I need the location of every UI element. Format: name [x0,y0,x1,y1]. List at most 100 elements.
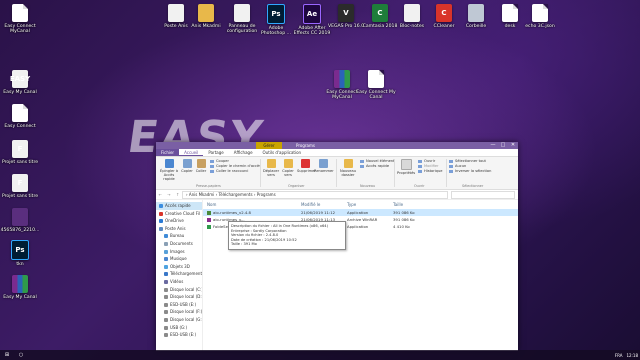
tooltip-line: Description du fichier : All in One Runt… [231,224,328,228]
back-arrow-icon[interactable]: ← [159,192,162,197]
search-input[interactable] [451,190,515,199]
desktop-icon-label: Anis Mkadmi [191,24,221,29]
file-icon [207,211,211,215]
tab-app-tools[interactable]: Outils d'application [258,149,307,156]
desktop-icon[interactable]: Easy Connect MyCanal [0,4,40,35]
nav-item[interactable]: Poste Anis [156,225,202,233]
nav-item[interactable]: Musique [156,255,202,263]
copy-button[interactable]: Copier [181,159,193,173]
nav-item-icon [164,325,168,330]
desktop-icon-label: Projet sans titre [1,194,39,199]
select-all-label: Sélectionner tout [455,159,486,163]
pin-quick-access-button[interactable]: Épingler à Accès rapide [159,159,179,181]
tab-view[interactable]: Affichage [229,149,258,156]
paste-shortcut-button[interactable]: Coller le raccourci [210,169,248,174]
nav-item-icon [164,272,168,277]
modify-icon [418,164,422,168]
desktop-icon[interactable]: Ps tkn [0,240,40,267]
move-to-button[interactable]: Déplacer vers [263,159,279,177]
desktop-icon-label: Easy My Canal [3,295,37,300]
up-arrow-icon[interactable]: ↑ [176,192,179,197]
properties-label: Propriétés [397,171,416,175]
invert-selection-button[interactable]: Inverser la sélection [449,169,491,174]
delete-button[interactable]: Supprimer [297,159,316,173]
nav-item[interactable]: OneDrive [156,217,202,225]
nav-item[interactable]: Images [156,248,202,256]
desktop-icon[interactable]: Easy Connect [0,104,40,129]
rename-button[interactable]: Renommer [314,159,334,173]
desktop-icon[interactable]: 4565876_2210... [0,208,40,233]
nav-item-icon [164,279,168,284]
forward-arrow-icon[interactable]: → [167,192,170,197]
copy-to-button[interactable]: Copier vers [280,159,296,177]
group-select: Sélectionner [462,184,484,188]
desktop-icon[interactable]: F Projet sans titre [0,140,40,165]
nav-item[interactable]: Disque local (C:) [156,286,202,294]
file-type: Application [347,224,369,229]
nav-item[interactable]: ESD-USB (E:) [156,301,202,309]
column-modified[interactable]: Modifié le [297,201,343,209]
nav-item[interactable]: Documents [156,240,202,248]
paste-button[interactable]: Coller [195,159,207,173]
desktop-icon[interactable]: Ps Adobe Photoshop ... [256,4,296,37]
easy-access-button[interactable]: Accès rapide [360,164,389,169]
column-name[interactable]: Nom [203,201,297,209]
search-icon[interactable]: ○ [16,351,26,359]
maximize-button[interactable]: □ [498,142,508,149]
properties-button[interactable]: Propriétés [397,159,415,175]
history-icon [418,169,422,173]
desktop-icon[interactable]: echo 3C.json [520,4,560,29]
history-button[interactable]: Historique [418,169,442,174]
nav-item-label: USB (G:) [170,324,188,330]
select-none-icon [449,164,453,168]
nav-item[interactable]: Objets 3D [156,263,202,271]
desktop-icon[interactable]: Anis Mkadmi [186,4,226,29]
start-button[interactable]: ⊞ [2,351,12,359]
desktop-icon[interactable]: Easy Connect My Canal [356,70,396,101]
tab-file[interactable]: Fichier [156,149,180,156]
clock[interactable]: 12:18 [626,353,638,358]
tab-share[interactable]: Partage [203,149,228,156]
nav-item[interactable]: Creative Cloud Fil [156,210,202,218]
column-type[interactable]: Type [343,201,389,209]
nav-item[interactable]: Vidéos [156,278,202,286]
file-name: aio-runtimes_v2.4.8 [203,209,297,216]
rename-label: Renommer [314,169,334,173]
nav-item-label: Objets 3D [170,263,190,269]
close-button[interactable]: ✕ [508,142,518,149]
file-icon [207,218,211,222]
nav-item[interactable]: USB (G:) [156,324,202,332]
title-bar[interactable]: Gérer Programs — □ ✕ [156,142,518,149]
nav-item[interactable]: Accès rapide [156,202,202,210]
app-icon [334,70,350,88]
nav-item-label: ESD-USB (E:) [170,332,197,338]
nav-item[interactable]: Disque local (G:) [156,316,202,324]
desktop-icon[interactable]: Easy My Canal [0,275,40,300]
desktop-icon-label: 4565876_2210... [0,228,40,233]
new-folder-button[interactable]: Nouveau dossier [339,159,357,177]
context-tab-manage[interactable]: Gérer [256,142,282,149]
nav-item[interactable]: Disque local (D:) [156,293,202,301]
rename-icon [318,159,328,168]
desktop-icon[interactable]: EASY Easy My Canal [0,70,40,95]
file-row[interactable]: aio-runtimes_v2.4.8 21/06/2019 11:12 Appli… [203,209,518,216]
nav-item[interactable]: Disque local (F:) [156,308,202,316]
group-new: Nouveau [360,184,376,188]
desktop-icon-label: Projet sans titre [1,160,39,165]
nav-item[interactable]: Bureau [156,232,202,240]
nav-item-label: Documents [170,240,193,246]
language-indicator[interactable]: FRA [615,353,623,358]
desktop-icon[interactable]: F Projet sans titre [0,174,40,199]
breadcrumb[interactable]: › Anis Mkadmi › Téléchargements › Progra… [182,190,448,199]
nav-item[interactable]: Téléchargement [156,270,202,278]
column-size[interactable]: Taille [389,201,433,209]
copyto-label: Copier vers [282,169,294,177]
nav-item[interactable]: ESD-USB (E:) [156,331,202,339]
minimize-button[interactable]: — [488,142,498,149]
divider [446,159,447,187]
nav-item-label: Disque local (D:) [170,294,203,300]
tab-home[interactable]: Accueil [179,149,204,156]
desktop-icon-label: tkn [16,262,24,267]
app-icon [12,208,28,226]
invert-icon [449,169,453,173]
